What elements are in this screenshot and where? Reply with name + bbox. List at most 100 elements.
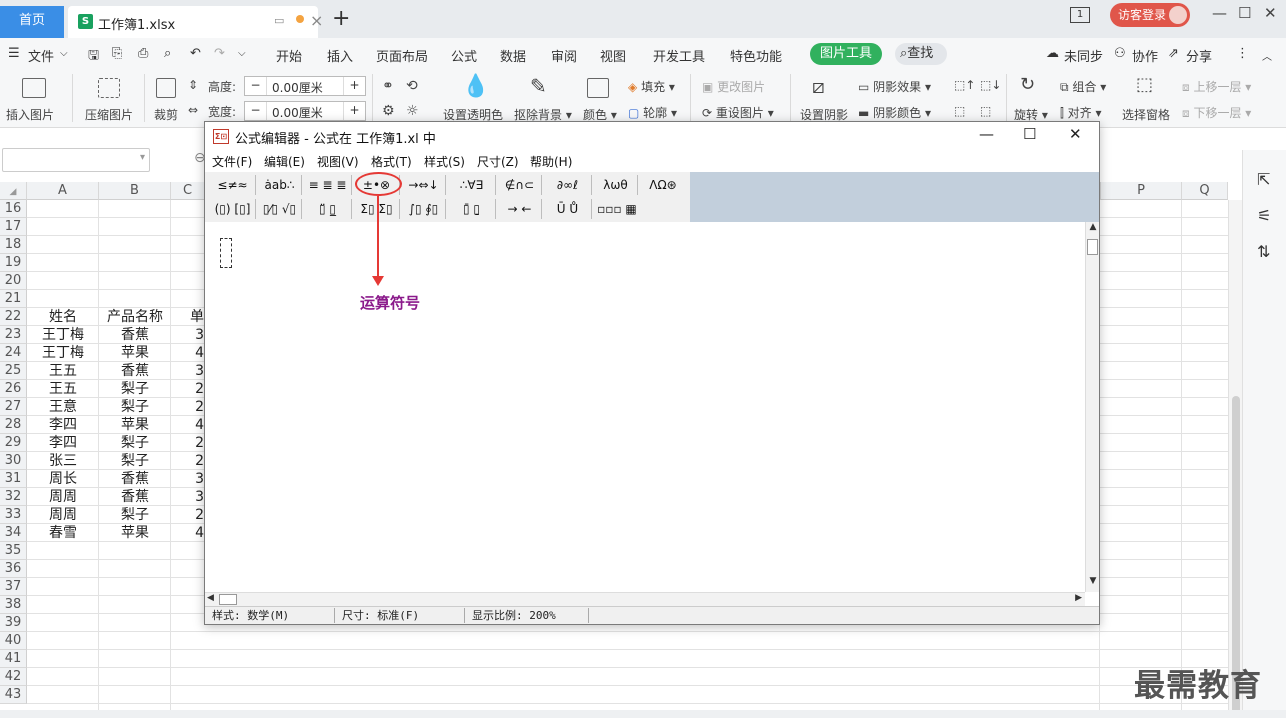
row-header[interactable]: 21 [0,290,27,308]
selection-pane-button[interactable]: 选择窗格 [1122,106,1170,123]
fraction-radical-templates-button[interactable]: ▯⁄▯ √▯ [258,199,302,219]
width-decrement-button[interactable]: − [245,102,267,120]
share-label[interactable]: 分享 [1186,46,1212,65]
close-window-icon[interactable]: ✕ [1264,4,1277,22]
cell-product[interactable]: 梨子 [99,398,171,416]
cell-unit[interactable]: 3 [171,470,204,488]
row-header[interactable]: 16 [0,200,27,218]
reset-picture-button[interactable]: ⟳ 重设图片 ▾ [702,104,774,121]
row-header[interactable]: 28 [0,416,27,434]
row-header[interactable]: 30 [0,452,27,470]
tab-view[interactable]: 视图 [600,46,626,65]
set-shadow-icon[interactable]: ⧄ [812,74,825,98]
row-header[interactable]: 36 [0,560,27,578]
cell-name[interactable]: 李四 [27,434,99,452]
group-button[interactable]: ⧉ 组合 ▾ [1060,78,1106,95]
cell-product[interactable]: 梨子 [99,434,171,452]
row-header[interactable]: 40 [0,632,27,650]
cell-unit[interactable]: 4 [171,524,204,542]
home-tab[interactable]: 首页 [0,6,64,38]
cell-unit[interactable]: 2 [171,398,204,416]
arrows-palette-button[interactable]: →⇔↓ [402,175,446,195]
cell-product[interactable]: 梨子 [99,506,171,524]
cell-name[interactable]: 王五 [27,362,99,380]
cell-header-name[interactable]: 姓名 [27,308,99,326]
row-header[interactable]: 22 [0,308,27,326]
greek-lower-palette-button[interactable]: λωθ [594,175,638,195]
cell-name[interactable]: 王五 [27,380,99,398]
dialog-close-icon[interactable]: ✕ [1069,125,1082,143]
width-value[interactable]: 0.00厘米 [272,104,323,121]
undo-icon[interactable]: ↶ [190,46,201,61]
tab-start[interactable]: 开始 [276,46,302,65]
collapse-ribbon-icon[interactable]: ︿ [1262,48,1272,63]
row-header[interactable]: 37 [0,578,27,596]
bring-forward-button[interactable]: ⧈ 上移一层 ▾ [1182,78,1251,95]
save-icon[interactable]: 🖫 [88,46,99,68]
cell-unit[interactable]: 4 [171,344,204,362]
change-picture-button[interactable]: ▣ 更改图片 [702,78,765,95]
export-icon[interactable]: ⎘ [112,46,122,61]
cell-unit[interactable]: 3 [171,362,204,380]
row-header[interactable]: 38 [0,596,27,614]
height-stepper[interactable]: − 0.00厘米 + [244,76,366,96]
maximize-icon[interactable]: ☐ [1238,4,1251,22]
relations-palette-button[interactable]: ≤≠≈ [210,175,256,195]
row-header[interactable]: 27 [0,398,27,416]
dialog-menu-view[interactable]: 视图(V) [317,153,359,170]
column-header-p[interactable]: P [1100,182,1182,200]
row-header[interactable]: 24 [0,344,27,362]
cell-product[interactable]: 苹果 [99,524,171,542]
file-menu[interactable]: 文件 [28,46,54,65]
scroll-right-icon[interactable]: ▶ [1075,593,1082,603]
row-header[interactable]: 17 [0,218,27,236]
tab-review[interactable]: 审阅 [551,46,577,65]
name-box[interactable]: ▾ [2,148,150,172]
row-header[interactable]: 34 [0,524,27,542]
cell-unit[interactable]: 3 [171,488,204,506]
column-header-q[interactable]: Q [1182,182,1228,200]
dialog-vertical-scrollbar[interactable]: ▲ ▼ [1085,222,1099,592]
height-value[interactable]: 0.00厘米 [272,79,323,96]
compress-picture-button[interactable]: 压缩图片 [85,106,133,123]
width-increment-button[interactable]: + [343,102,365,120]
cell-product[interactable]: 梨子 [99,452,171,470]
cell-header-product[interactable]: 产品名称 [99,308,171,326]
minimize-icon[interactable]: — [1212,4,1227,22]
column-header-b[interactable]: B [99,182,171,200]
product-templates-button[interactable]: Ū Ů [544,199,592,219]
cell-product[interactable]: 梨子 [99,380,171,398]
cell-unit[interactable]: 2 [171,434,204,452]
row-header[interactable]: 26 [0,380,27,398]
cloud-sync-icon[interactable]: ☁ [1046,46,1059,61]
print-icon[interactable]: ⎙ [138,46,148,61]
row-header[interactable]: 43 [0,686,27,704]
cell-unit[interactable]: 3 [171,326,204,344]
dialog-vscroll-thumb[interactable] [1087,239,1098,255]
row-header[interactable]: 39 [0,614,27,632]
crop-icon[interactable] [156,78,176,98]
width-stepper[interactable]: − 0.00厘米 + [244,101,366,121]
row-header[interactable]: 31 [0,470,27,488]
print-preview-icon[interactable]: ⌕ [164,46,171,61]
picture-color-icon[interactable] [587,78,609,98]
height-increment-button[interactable]: + [343,77,365,95]
tab-page-layout[interactable]: 页面布局 [376,46,428,65]
set-theory-palette-button[interactable]: ∉∩⊂ [498,175,542,195]
shadow-effect-button[interactable]: ▭ 阴影效果 ▾ [858,78,931,95]
compress-picture-icon[interactable] [98,78,120,98]
cell-name[interactable]: 春雪 [27,524,99,542]
chevron-down-icon[interactable]: ⌵ [60,48,68,59]
collaborate-icon[interactable]: ⚇ [1114,46,1126,61]
nudge-down-icon[interactable]: ⬚↓ [980,78,1001,92]
height-decrement-button[interactable]: − [245,77,267,95]
tab-picture-tools[interactable]: 图片工具 [810,43,882,65]
share-icon[interactable]: ⇗ [1168,46,1179,61]
row-header[interactable]: 42 [0,668,27,686]
cell-name[interactable]: 周长 [27,470,99,488]
quick-access-dropdown-icon[interactable]: ⌵ [238,48,246,59]
equation-canvas[interactable] [205,222,1085,592]
nudge-left-icon[interactable]: ⬚ [954,104,965,118]
transparent-color-icon[interactable]: 💧 [462,74,489,99]
column-header-a[interactable]: A [27,182,99,200]
